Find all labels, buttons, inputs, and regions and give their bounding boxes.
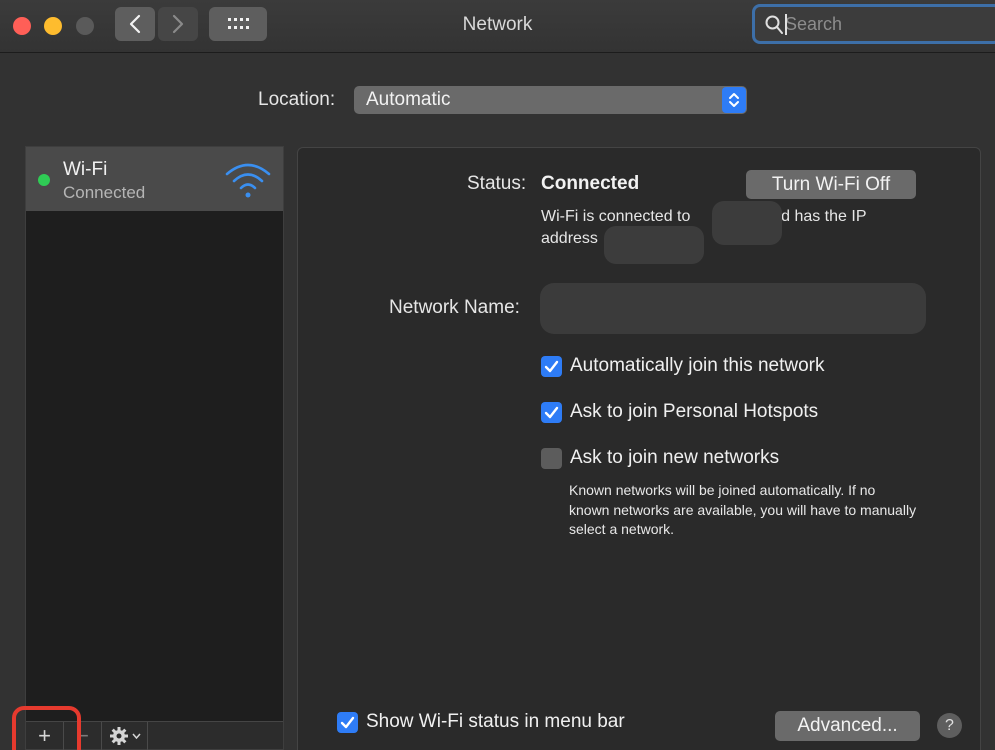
hotspot-checkbox[interactable] (541, 401, 562, 423)
status-label: Status: (467, 173, 527, 194)
chevron-down-icon (131, 733, 141, 739)
redacted-network-name (712, 201, 782, 245)
service-list: Wi-Fi Connected + − (25, 146, 284, 750)
wifi-icon (225, 163, 271, 198)
new-networks-hint: Known networks will be joined automatica… (569, 482, 917, 537)
title-bar: Network (0, 0, 995, 53)
turn-wifi-off-button[interactable]: Turn Wi-Fi Off (746, 170, 916, 199)
network-name-field[interactable] (540, 283, 926, 334)
annotation-highlight (12, 706, 81, 750)
auto-join-label: Automatically join this network (570, 355, 825, 376)
service-item-wifi[interactable]: Wi-Fi Connected (26, 147, 283, 211)
auto-join-checkbox[interactable] (541, 355, 562, 377)
up-down-chevron-icon (729, 93, 739, 107)
checkmark-icon (340, 716, 355, 728)
text-caret (785, 14, 787, 35)
hotspot-label: Ask to join Personal Hotspots (570, 401, 819, 422)
status-dot (38, 174, 50, 186)
auto-join-option[interactable]: Automatically join this network (541, 355, 825, 377)
new-networks-checkbox[interactable] (541, 447, 562, 469)
search-icon (765, 15, 783, 34)
checkmark-icon (544, 360, 559, 372)
advanced-button[interactable]: Advanced... (775, 711, 920, 741)
search-input[interactable] (785, 11, 985, 37)
checkmark-icon (544, 406, 559, 418)
show-status-label: Show Wi-Fi status in menu bar (366, 711, 625, 732)
show-status-checkbox[interactable] (337, 711, 358, 733)
search-field[interactable] (752, 4, 995, 44)
gear-icon (109, 727, 128, 745)
status-description-part1: Wi-Fi is connected to (541, 208, 691, 225)
show-status-option[interactable]: Show Wi-Fi status in menu bar (337, 711, 625, 733)
network-name-label: Network Name: (389, 297, 520, 318)
location-select[interactable]: Automatic (354, 86, 747, 114)
new-networks-option[interactable]: Ask to join new networks (541, 447, 779, 469)
new-networks-label: Ask to join new networks (570, 447, 780, 468)
service-status: Connected (63, 183, 146, 202)
help-button[interactable]: ? (937, 713, 962, 738)
location-stepper[interactable] (722, 87, 746, 113)
location-value: Automatic (366, 89, 451, 110)
service-name: Wi-Fi (63, 159, 108, 180)
status-value: Connected (541, 173, 640, 194)
redacted-ip-address (604, 226, 704, 264)
hotspot-option[interactable]: Ask to join Personal Hotspots (541, 401, 818, 423)
action-menu-button[interactable] (102, 722, 148, 750)
location-label: Location: (258, 89, 336, 110)
